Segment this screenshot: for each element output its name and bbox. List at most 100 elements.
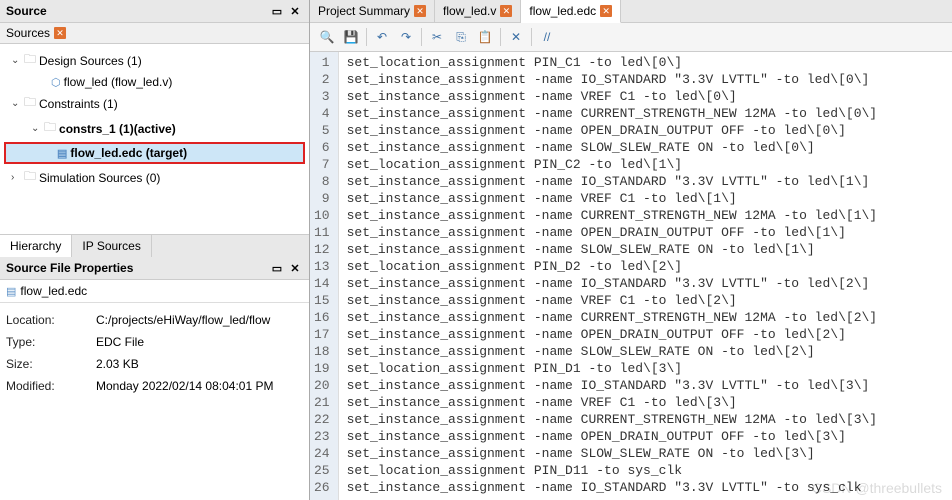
save-icon[interactable]: 💾 [340,26,362,48]
code-line[interactable]: set_location_assignment PIN_D1 -to led\[… [347,360,878,377]
folder-icon: 🗀 [44,118,56,139]
tab-project-summary[interactable]: Project Summary ✕ [310,0,435,22]
code-line[interactable]: set_instance_assignment -name SLOW_SLEW_… [347,139,878,156]
line-number: 3 [314,88,330,105]
tree-constrs-1[interactable]: ⌄ 🗀 constrs_1 (1)(active) [0,116,309,141]
code-line[interactable]: set_instance_assignment -name OPEN_DRAIN… [347,428,878,445]
code-line[interactable]: set_location_assignment PIN_D11 -to sys_… [347,462,878,479]
folder-icon: 🗀 [24,93,36,114]
close-icon[interactable]: ✕ [414,5,426,17]
tab-ip-sources[interactable]: IP Sources [72,235,151,257]
props-table: Location:C:/projects/eHiWay/flow_led/flo… [0,303,309,403]
separator [500,28,501,46]
separator [531,28,532,46]
code-line[interactable]: set_instance_assignment -name OPEN_DRAIN… [347,326,878,343]
code-line[interactable]: set_instance_assignment -name VREF C1 -t… [347,88,878,105]
editor-toolbar: 🔍 💾 ↶ ↷ ✂ ⎘ 📋 ✕ // [310,23,952,52]
close-panel-icon[interactable]: ✕ [287,3,303,19]
code-line[interactable]: set_instance_assignment -name IO_STANDAR… [347,71,878,88]
close-panel-icon[interactable]: ✕ [287,260,303,276]
line-number: 18 [314,343,330,360]
line-number: 11 [314,224,330,241]
sources-sub-header: Sources ✕ [0,23,309,44]
cut-icon[interactable]: ✂ [426,26,448,48]
tab-hierarchy[interactable]: Hierarchy [0,235,72,257]
code-line[interactable]: set_instance_assignment -name IO_STANDAR… [347,173,878,190]
paste-icon[interactable]: 📋 [474,26,496,48]
tree-flow-led-v[interactable]: ⬡ flow_led (flow_led.v) [0,73,309,91]
line-number: 15 [314,292,330,309]
prop-location-val: C:/projects/eHiWay/flow_led/flow [96,313,270,327]
code-line[interactable]: set_instance_assignment -name IO_STANDAR… [347,275,878,292]
edc-file-icon: ▤ [57,147,67,160]
comment-icon[interactable]: // [536,26,558,48]
code-line[interactable]: set_instance_assignment -name OPEN_DRAIN… [347,224,878,241]
code-line[interactable]: set_instance_assignment -name CURRENT_ST… [347,411,878,428]
close-icon[interactable]: ✕ [600,5,612,17]
code-line[interactable]: set_instance_assignment -name IO_STANDAR… [347,377,878,394]
code-line[interactable]: set_instance_assignment -name VREF C1 -t… [347,394,878,411]
code-line[interactable]: set_instance_assignment -name SLOW_SLEW_… [347,343,878,360]
chevron-down-icon[interactable]: ⌄ [11,98,21,109]
line-gutter: 1234567891011121314151617181920212223242… [310,52,339,500]
code-line[interactable]: set_instance_assignment -name VREF C1 -t… [347,190,878,207]
tab-flow-led-v[interactable]: flow_led.v ✕ [435,0,521,22]
editor-tabs: Project Summary ✕ flow_led.v ✕ flow_led.… [310,0,952,23]
prop-size-label: Size: [6,357,96,371]
prop-type-val: EDC File [96,335,144,349]
chevron-down-icon[interactable]: ⌄ [11,55,21,66]
code-line[interactable]: set_instance_assignment -name CURRENT_ST… [347,105,878,122]
source-tree[interactable]: ⌄ 🗀 Design Sources (1) ⬡ flow_led (flow_… [0,44,309,234]
close-icon[interactable]: ✕ [54,27,66,39]
tree-design-sources[interactable]: ⌄ 🗀 Design Sources (1) [0,48,309,73]
code-line[interactable]: set_instance_assignment -name CURRENT_ST… [347,207,878,224]
copy-icon[interactable]: ⎘ [450,26,472,48]
line-number: 1 [314,54,330,71]
line-number: 24 [314,445,330,462]
undo-icon[interactable]: ↶ [371,26,393,48]
delete-icon[interactable]: ✕ [505,26,527,48]
code-line[interactable]: set_instance_assignment -name CURRENT_ST… [347,309,878,326]
chevron-right-icon[interactable]: › [11,172,21,183]
separator [366,28,367,46]
line-number: 19 [314,360,330,377]
code-line[interactable]: set_location_assignment PIN_C2 -to led\[… [347,156,878,173]
code-line[interactable]: set_instance_assignment -name SLOW_SLEW_… [347,445,878,462]
folder-icon: 🗀 [24,167,36,188]
code-line[interactable]: set_instance_assignment -name SLOW_SLEW_… [347,241,878,258]
prop-modified-label: Modified: [6,379,96,393]
prop-modified-val: Monday 2022/02/14 08:04:01 PM [96,379,273,393]
line-number: 10 [314,207,330,224]
minimize-icon[interactable]: ▭ [269,3,285,19]
prop-size-val: 2.03 KB [96,357,139,371]
minimize-icon[interactable]: ▭ [269,260,285,276]
code-line[interactable]: set_instance_assignment -name VREF C1 -t… [347,292,878,309]
edc-file-icon: ▤ [6,285,16,298]
source-panel-header: Source ▭ ✕ [0,0,309,23]
tree-constraints[interactable]: ⌄ 🗀 Constraints (1) [0,91,309,116]
chevron-down-icon[interactable]: ⌄ [31,123,41,134]
tree-sim-sources[interactable]: › 🗀 Simulation Sources (0) [0,165,309,190]
code-editor[interactable]: 1234567891011121314151617181920212223242… [310,52,952,500]
code-line[interactable]: set_instance_assignment -name IO_STANDAR… [347,479,878,496]
code-content[interactable]: set_location_assignment PIN_C1 -to led\[… [339,52,886,500]
line-number: 7 [314,156,330,173]
redo-icon[interactable]: ↷ [395,26,417,48]
tab-flow-led-edc[interactable]: flow_led.edc ✕ [521,0,621,23]
line-number: 23 [314,428,330,445]
code-line[interactable]: set_location_assignment PIN_C1 -to led\[… [347,54,878,71]
line-number: 20 [314,377,330,394]
line-number: 6 [314,139,330,156]
line-number: 5 [314,122,330,139]
tree-flow-led-edc[interactable]: ▤ flow_led.edc (target) [4,142,305,164]
code-line[interactable]: set_location_assignment PIN_D2 -to led\[… [347,258,878,275]
separator [421,28,422,46]
line-number: 26 [314,479,330,496]
search-icon[interactable]: 🔍 [316,26,338,48]
line-number: 21 [314,394,330,411]
props-file-row: ▤ flow_led.edc [0,280,309,303]
line-number: 16 [314,309,330,326]
close-icon[interactable]: ✕ [500,5,512,17]
code-line[interactable]: set_instance_assignment -name OPEN_DRAIN… [347,122,878,139]
folder-icon: 🗀 [24,50,36,71]
